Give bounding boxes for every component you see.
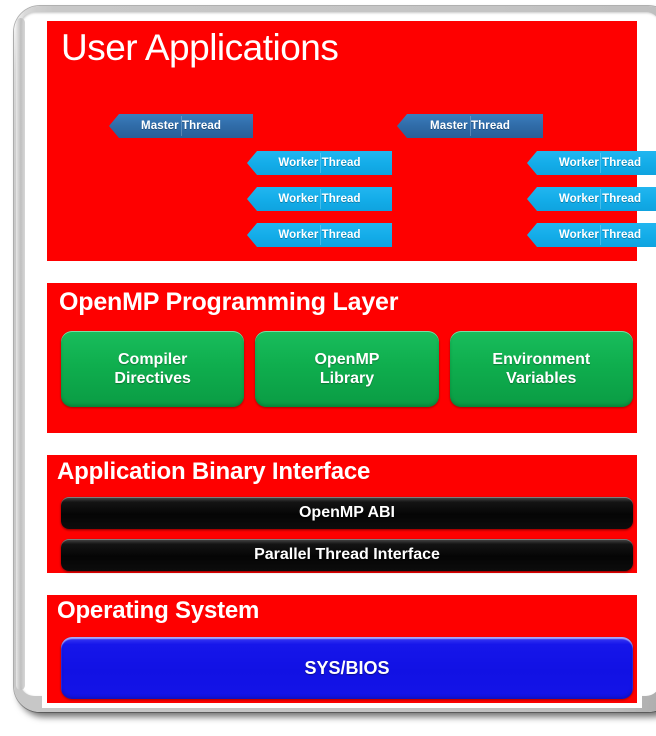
component-line-1: Compiler (117, 351, 188, 368)
thread-worker-left-3: Worker Thread (247, 223, 392, 247)
openmp-stack-diagram: User Applications Master Thread Master T… (0, 0, 656, 736)
thread-label: Master Thread (141, 120, 221, 132)
layer-operating-system: Operating System SYS/BIOS (42, 590, 642, 708)
layer-operating-system-body: Operating System SYS/BIOS (47, 595, 637, 703)
component-openmp-library: OpenMP Library (255, 331, 439, 407)
thread-master-left: Master Thread (109, 114, 253, 138)
diagram-bezel-highlight (16, 18, 25, 690)
thread-worker-right-3: Worker Thread (527, 223, 656, 247)
thread-master-right: Master Thread (397, 114, 543, 138)
component-environment-variables: Environment Variables (449, 331, 633, 407)
thread-worker-right-1: Worker Thread (527, 151, 656, 175)
component-line-1: Environment (492, 351, 591, 368)
component-line-2: Directives (114, 370, 191, 387)
layer-application-binary-interface-body: Application Binary Interface OpenMP ABI … (47, 455, 637, 573)
thread-label: Worker Thread (278, 193, 361, 205)
layer-openmp-programming: OpenMP Programming Layer Compiler Direct… (42, 278, 642, 438)
thread-label: Master Thread (430, 120, 510, 132)
layer-user-applications: User Applications Master Thread Master T… (42, 16, 656, 266)
thread-label: Worker Thread (278, 157, 361, 169)
thread-label: Worker Thread (558, 157, 642, 169)
component-line-2: Library (319, 370, 375, 387)
component-compiler-directives: Compiler Directives (61, 331, 245, 407)
thread-worker-right-2: Worker Thread (527, 187, 656, 211)
thread-label: Worker Thread (278, 229, 361, 241)
layer-openmp-programming-body: OpenMP Programming Layer Compiler Direct… (47, 283, 637, 433)
layer-operating-system-title: Operating System (57, 597, 260, 624)
component-openmp-abi: OpenMP ABI (61, 497, 633, 529)
thread-worker-left-1: Worker Thread (247, 151, 392, 175)
layer-openmp-programming-title: OpenMP Programming Layer (59, 288, 399, 316)
layer-stack: User Applications Master Thread Master T… (32, 16, 656, 708)
openmp-component-row: Compiler Directives OpenMP Library Envir… (61, 331, 633, 407)
layer-user-applications-body: User Applications Master Thread Master T… (47, 21, 656, 261)
thread-worker-left-2: Worker Thread (247, 187, 392, 211)
layer-application-binary-interface: Application Binary Interface OpenMP ABI … (42, 450, 642, 578)
thread-label: Worker Thread (558, 229, 642, 241)
component-sys-bios: SYS/BIOS (61, 637, 633, 699)
component-line-2: Variables (506, 370, 577, 387)
layer-user-applications-title: User Applications (61, 27, 339, 68)
component-parallel-thread-interface: Parallel Thread Interface (61, 539, 633, 571)
thread-label: Worker Thread (558, 193, 642, 205)
component-line-1: OpenMP (314, 351, 380, 368)
layer-application-binary-interface-title: Application Binary Interface (57, 458, 371, 485)
